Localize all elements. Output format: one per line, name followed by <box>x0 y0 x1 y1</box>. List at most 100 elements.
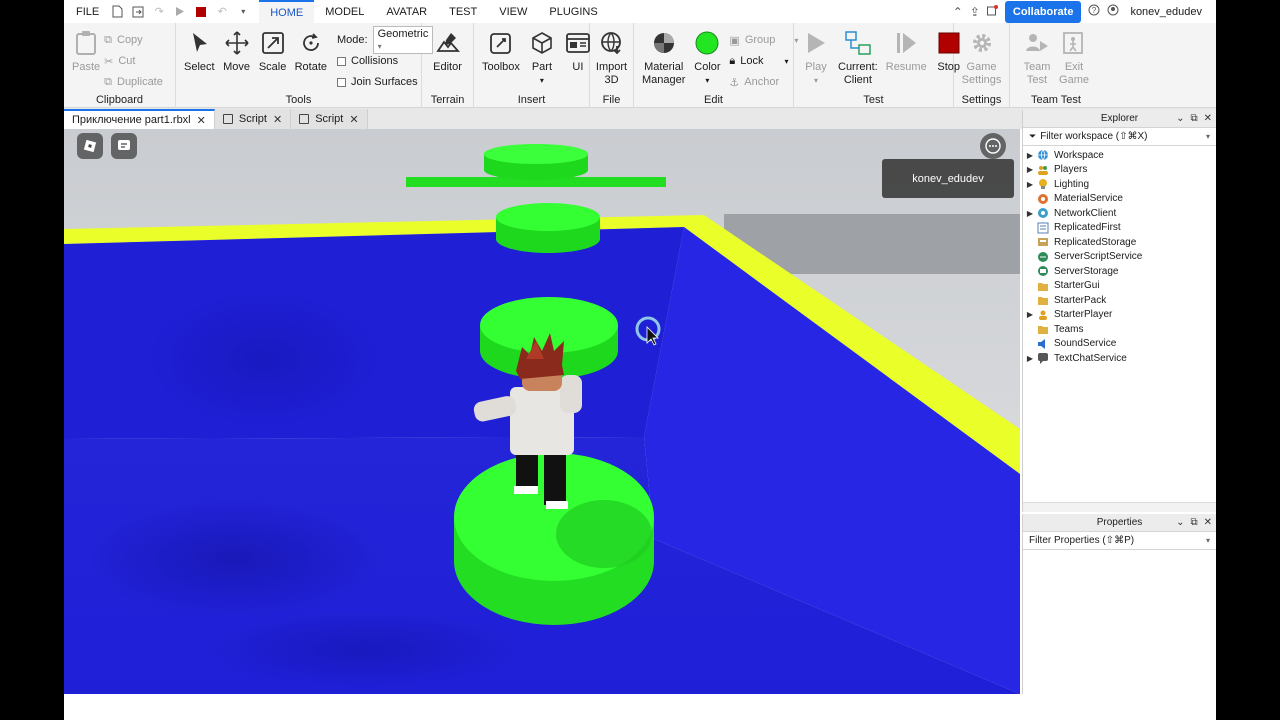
explorer-item-soundservice[interactable]: SoundService <box>1023 337 1216 352</box>
color-dropdown-chevron-icon[interactable]: ▾ <box>705 74 709 87</box>
new-file-icon[interactable] <box>109 4 125 20</box>
help-icon[interactable]: ? <box>1088 4 1100 19</box>
explorer-item-serverstorage[interactable]: ServerStorage <box>1023 264 1216 279</box>
chevron-down-icon[interactable]: ▾ <box>1206 132 1210 141</box>
tab-view[interactable]: VIEW <box>488 0 538 23</box>
properties-title: Properties <box>1096 517 1143 528</box>
play-dropdown-chevron-icon[interactable]: ▾ <box>814 74 818 87</box>
file-group-label: File <box>602 94 621 106</box>
roblox-menu-button[interactable] <box>77 133 103 159</box>
cut-button[interactable]: ✂ Cut <box>104 53 163 69</box>
close-icon[interactable]: ✕ <box>349 113 358 126</box>
popout-icon[interactable]: ⧉ <box>1190 113 1197 124</box>
play-quick-icon[interactable] <box>172 4 188 20</box>
menubar: FILE ↷ ↶ ▾ HOME MODEL AVATAR TEST VIEW P… <box>64 0 1216 23</box>
starter-player-icon <box>1037 309 1049 321</box>
user-avatar-icon[interactable] <box>1107 4 1119 19</box>
username[interactable]: konev_edudev <box>1130 6 1202 18</box>
expand-arrow-icon[interactable]: ▶ <box>1023 151 1037 160</box>
tab-avatar[interactable]: AVATAR <box>375 0 438 23</box>
explorer-item-label: MaterialService <box>1054 193 1123 205</box>
expand-arrow-icon[interactable]: ▶ <box>1023 180 1037 189</box>
explorer-item-textchatservice[interactable]: ▶ TextChatService <box>1023 351 1216 366</box>
server-storage-icon <box>1037 265 1049 277</box>
stop-quick-icon[interactable] <box>193 4 209 20</box>
anchor-button[interactable]: ⚓︎ Anchor <box>729 74 798 90</box>
explorer-item-starterplayer[interactable]: ▶ StarterPlayer <box>1023 308 1216 323</box>
more-options-button[interactable] <box>980 133 1006 159</box>
explorer-item-replicatedstorage[interactable]: ReplicatedStorage <box>1023 235 1216 250</box>
expand-arrow-icon[interactable]: ▶ <box>1023 165 1037 174</box>
explorer-item-teams[interactable]: Teams <box>1023 322 1216 337</box>
tab-test[interactable]: TEST <box>438 0 488 23</box>
publish-icon[interactable] <box>130 4 146 20</box>
chevron-down-icon: ▾ <box>377 42 382 51</box>
explorer-item-label: ReplicatedStorage <box>1054 236 1137 248</box>
lock-icon: 🔒︎ <box>729 54 736 67</box>
chevron-down-icon[interactable]: ▾ <box>1206 536 1210 545</box>
close-icon[interactable]: ✕ <box>197 114 206 127</box>
more-dots-icon <box>985 138 1001 154</box>
explorer-item-lighting[interactable]: ▶ Lighting <box>1023 177 1216 192</box>
explorer-item-startergui[interactable]: StarterGui <box>1023 279 1216 294</box>
tab-plugins[interactable]: PLUGINS <box>538 0 608 23</box>
explorer-item-networkclient[interactable]: ▶ NetworkClient <box>1023 206 1216 221</box>
game-viewport[interactable]: konev_edudev <box>64 129 1020 694</box>
join-surfaces-checkbox[interactable] <box>337 77 346 87</box>
notifications-icon[interactable] <box>986 4 998 19</box>
explorer-item-materialservice[interactable]: MaterialService <box>1023 192 1216 207</box>
resume-icon <box>892 29 920 57</box>
team-test-group: Team Test Exit Game Team Test <box>1010 23 1102 108</box>
duplicate-button[interactable]: ⧉ Duplicate <box>104 74 163 90</box>
explorer-item-serverscriptservice[interactable]: ServerScriptService <box>1023 250 1216 265</box>
doc-tab-script-2[interactable]: Script ✕ <box>291 109 368 129</box>
doc-tab-place[interactable]: Приключение part1.rbxl ✕ <box>64 109 215 129</box>
script-icon <box>222 114 233 124</box>
file-menu[interactable]: FILE <box>64 6 109 18</box>
share-icon[interactable]: ⇪ <box>970 5 980 19</box>
expand-arrow-icon[interactable]: ▶ <box>1023 310 1037 319</box>
expand-arrow-icon[interactable]: ▶ <box>1023 209 1037 218</box>
close-icon[interactable]: ✕ <box>273 113 282 126</box>
chat-toggle-button[interactable] <box>111 133 137 159</box>
properties-filter-input[interactable]: Filter Properties (⇧⌘P) ▾ <box>1023 532 1216 550</box>
explorer-horizontal-scrollbar[interactable] <box>1023 502 1216 512</box>
properties-controls: ⌄ ⧉ ✕ <box>1176 517 1212 528</box>
explorer-item-label: NetworkClient <box>1054 207 1117 219</box>
chevron-down-icon[interactable]: ⌄ <box>1176 113 1184 124</box>
copy-button[interactable]: ⧉ Copy <box>104 32 163 48</box>
chevron-down-icon[interactable]: ⌄ <box>1176 517 1184 528</box>
explorer-item-replicatedfirst[interactable]: ReplicatedFirst <box>1023 221 1216 236</box>
collaborate-button[interactable]: Collaborate <box>1004 0 1082 23</box>
folder-icon <box>1037 294 1049 306</box>
explorer-item-starterpack[interactable]: StarterPack <box>1023 293 1216 308</box>
part-dropdown-chevron-icon[interactable]: ▾ <box>540 74 544 87</box>
doc-tab-script-1[interactable]: Script ✕ <box>214 109 292 129</box>
explorer-filter-input[interactable]: ⏷ Filter workspace (⇧⌘X) ▾ <box>1023 128 1216 146</box>
player-list-entry[interactable]: konev_edudev <box>882 159 1014 198</box>
script-icon <box>299 114 310 124</box>
popout-icon[interactable]: ⧉ <box>1190 517 1197 528</box>
redo-icon[interactable]: ↷ <box>151 4 167 20</box>
tab-model[interactable]: MODEL <box>314 0 375 23</box>
explorer-item-label: TextChatService <box>1054 352 1127 364</box>
close-icon[interactable]: ✕ <box>1204 517 1212 528</box>
mid-platform <box>496 203 600 253</box>
undo-icon[interactable]: ↶ <box>214 4 230 20</box>
test-group-label: Test <box>863 94 884 106</box>
close-icon[interactable]: ✕ <box>1204 113 1212 124</box>
customize-icon[interactable]: ▾ <box>235 4 251 20</box>
collapse-ribbon-icon[interactable]: ⌃ <box>953 5 963 19</box>
tab-home[interactable]: HOME <box>259 0 315 23</box>
collisions-checkbox[interactable] <box>337 56 346 66</box>
join-surfaces-toggle[interactable]: Join Surfaces <box>337 74 433 90</box>
chat-icon <box>1037 352 1049 365</box>
group-icon: ▣ <box>729 34 740 47</box>
expand-arrow-icon[interactable]: ▶ <box>1023 354 1037 363</box>
group-button[interactable]: ▣ Group ▾ <box>729 32 798 48</box>
explorer-item-workspace[interactable]: ▶ Workspace <box>1023 148 1216 163</box>
scene-render <box>64 129 1020 694</box>
lock-button[interactable]: 🔒︎ Lock ▾ <box>729 53 798 69</box>
explorer-item-players[interactable]: ▶ Players <box>1023 163 1216 178</box>
collisions-toggle[interactable]: Collisions <box>337 53 433 69</box>
